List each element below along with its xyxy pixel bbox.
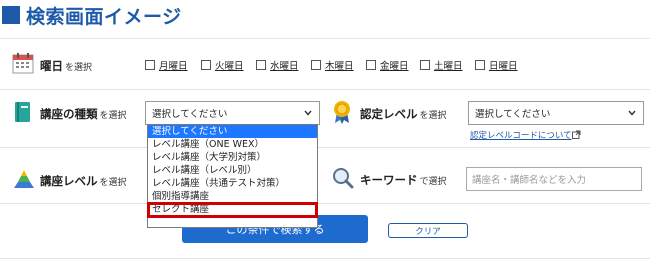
clear-button[interactable]: クリア xyxy=(388,223,468,238)
course-type-dropdown-list[interactable]: 選択してください レベル講座（ONE WEX） レベル講座（大学別対策） レベル… xyxy=(147,124,318,228)
dropdown-option[interactable]: レベル講座（ONE WEX） xyxy=(148,138,317,151)
day-option-label[interactable]: 日曜日 xyxy=(489,58,518,72)
course-type-select[interactable]: 選択してください xyxy=(145,101,320,125)
keyword-input[interactable]: 講座名・講師名などを入力 xyxy=(466,167,642,191)
cert-level-code-link[interactable]: 認定レベルコードについて xyxy=(470,129,572,141)
external-link-icon[interactable] xyxy=(572,130,581,139)
course-level-label-sub: を選択 xyxy=(99,177,127,188)
dropdown-option[interactable]: レベル講座（共通テスト対策） xyxy=(148,177,317,190)
course-level-row-label: 講座レベル を選択 xyxy=(40,173,127,189)
day-option-label[interactable]: 水曜日 xyxy=(270,58,299,72)
row-divider xyxy=(0,258,650,259)
day-checkbox-mon[interactable]: 月曜日 xyxy=(145,58,188,72)
heading-square-icon xyxy=(2,6,20,24)
keyword-label: キーワード xyxy=(360,173,418,187)
checkbox[interactable] xyxy=(256,60,266,70)
cert-level-row-label: 認定レベル を選択 xyxy=(360,106,447,122)
checkbox[interactable] xyxy=(366,60,376,70)
day-option-label[interactable]: 木曜日 xyxy=(325,58,354,72)
day-option-label[interactable]: 月曜日 xyxy=(159,58,188,72)
day-checkbox-wed[interactable]: 水曜日 xyxy=(256,58,299,72)
day-option-label[interactable]: 金曜日 xyxy=(380,58,409,72)
search-icon xyxy=(333,168,354,189)
day-checkbox-sun[interactable]: 日曜日 xyxy=(475,58,518,72)
dropdown-option-select-course[interactable]: セレクト講座 xyxy=(147,202,318,218)
course-level-label: 講座レベル xyxy=(40,174,98,188)
award-icon xyxy=(334,101,350,124)
course-type-row-label: 講座の種類 を選択 xyxy=(40,106,127,122)
day-checkbox-thu[interactable]: 木曜日 xyxy=(311,58,354,72)
search-screen: 検索画面イメージ 曜日 を選択 月曜日 火曜日 水曜日 木曜日 金曜日 土曜日 … xyxy=(0,0,650,272)
cert-level-label: 認定レベル xyxy=(360,107,418,121)
checkbox[interactable] xyxy=(311,60,321,70)
day-option-label[interactable]: 土曜日 xyxy=(434,58,463,72)
cert-level-select-value: 選択してください xyxy=(475,109,551,120)
day-checkbox-fri[interactable]: 金曜日 xyxy=(366,58,409,72)
day-option-label[interactable]: 火曜日 xyxy=(215,58,244,72)
keyword-label-sub: で選択 xyxy=(419,176,447,187)
chevron-down-icon xyxy=(304,110,312,116)
day-checkbox-sat[interactable]: 土曜日 xyxy=(420,58,463,72)
chevron-down-icon xyxy=(628,110,636,116)
calendar-icon xyxy=(12,53,34,74)
row-divider xyxy=(0,147,650,148)
checkbox[interactable] xyxy=(145,60,155,70)
page-title: 検索画面イメージ xyxy=(26,5,182,28)
course-type-label-sub: を選択 xyxy=(99,110,127,121)
clear-button-label: クリア xyxy=(415,226,441,237)
dropdown-option[interactable]: 個別指導講座 xyxy=(148,190,317,203)
checkbox[interactable] xyxy=(420,60,430,70)
day-label: 曜日 xyxy=(40,59,63,73)
keyword-row-label: キーワード で選択 xyxy=(360,172,447,188)
page-heading: 検索画面イメージ xyxy=(0,0,182,30)
checkbox[interactable] xyxy=(201,60,211,70)
dropdown-option[interactable]: 選択してください xyxy=(148,125,317,138)
day-label-sub: を選択 xyxy=(65,62,93,73)
dropdown-option[interactable]: レベル講座（大学別対策） xyxy=(148,151,317,164)
day-row-label: 曜日 を選択 xyxy=(40,58,92,74)
cert-level-label-sub: を選択 xyxy=(419,110,447,121)
dropdown-option[interactable]: レベル講座（レベル別） xyxy=(148,164,317,177)
row-divider xyxy=(0,203,650,204)
keyword-placeholder: 講座名・講師名などを入力 xyxy=(472,175,587,186)
checkbox[interactable] xyxy=(475,60,485,70)
day-checkbox-tue[interactable]: 火曜日 xyxy=(201,58,244,72)
pyramid-icon xyxy=(14,170,34,188)
course-type-select-value: 選択してください xyxy=(152,109,228,120)
course-type-label: 講座の種類 xyxy=(40,107,98,121)
cert-level-select[interactable]: 選択してください xyxy=(468,101,644,125)
row-divider xyxy=(0,89,650,90)
book-icon xyxy=(15,102,30,122)
